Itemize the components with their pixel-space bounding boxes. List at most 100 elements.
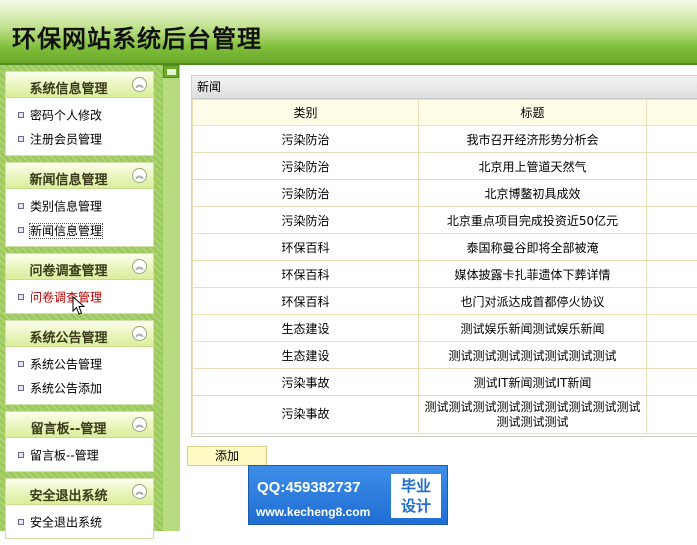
- menu-group-title: 留言板--管理: [6, 418, 131, 437]
- mouse-pointer-icon: [72, 296, 86, 316]
- news-table: 类别 标题 污染防治我市召开经济形势分析会 污染防治北京用上管道天然气 污染防治…: [192, 99, 697, 434]
- collapse-up-icon[interactable]: ︽: [132, 326, 147, 341]
- sidebar: 系统信息管理 ︽ 密码个人修改 注册会员管理 新闻信息管理 ︽ 类别信息管理 新…: [5, 71, 154, 545]
- sidebar-item-password[interactable]: 密码个人修改: [6, 103, 153, 127]
- table-row: 生态建设测试娱乐新闻测试娱乐新闻: [193, 315, 697, 342]
- frame-divider[interactable]: [162, 65, 180, 531]
- menu-group-system-info: 系统信息管理 ︽ 密码个人修改 注册会员管理: [5, 71, 154, 156]
- menu-group-guestbook: 留言板--管理 ︽ 留言板--管理: [5, 411, 154, 472]
- collapse-up-icon[interactable]: ︽: [132, 484, 147, 499]
- menu-group-title: 系统公告管理: [6, 327, 131, 346]
- cell-extra: [647, 288, 697, 315]
- table-row: 污染事故测试IT新闻测试IT新闻: [193, 369, 697, 396]
- menu-group-title: 系统信息管理: [6, 78, 131, 97]
- sidebar-item-survey[interactable]: 问卷调查管理: [6, 285, 153, 309]
- cell-title[interactable]: 测试娱乐新闻测试娱乐新闻: [419, 315, 647, 342]
- column-header-extra: [647, 100, 697, 126]
- menu-group-survey: 问卷调查管理 ︽ 问卷调查管理: [5, 253, 154, 314]
- menu-group-header[interactable]: 安全退出系统 ︽: [6, 479, 153, 505]
- sidebar-item-guestbook[interactable]: 留言板--管理: [6, 443, 153, 467]
- sidebar-item-logout[interactable]: 安全退出系统: [6, 510, 153, 534]
- cell-extra: [647, 315, 697, 342]
- bullet-icon: [18, 452, 24, 458]
- cell-category: 生态建设: [193, 315, 419, 342]
- cell-extra: [647, 153, 697, 180]
- sidebar-item-notice-add[interactable]: 系统公告添加: [6, 376, 153, 400]
- column-header-title: 标题: [419, 100, 647, 126]
- menu-group-notices: 系统公告管理 ︽ 系统公告管理 系统公告添加: [5, 320, 154, 405]
- cell-extra: [647, 342, 697, 369]
- sidebar-item-members[interactable]: 注册会员管理: [6, 127, 153, 151]
- table-row: 污染事故测试测试测试测试测试测试测试测试测试测试测试测试: [193, 396, 697, 434]
- sidebar-item-label: 系统公告添加: [30, 382, 102, 396]
- bullet-icon: [18, 361, 24, 367]
- table-row: 环保百科媒体披露卡扎菲遗体下葬详情: [193, 261, 697, 288]
- cell-extra: [647, 261, 697, 288]
- cell-title[interactable]: 北京博鳌初具成效: [419, 180, 647, 207]
- cell-title[interactable]: 测试IT新闻测试IT新闻: [419, 369, 647, 396]
- cell-title[interactable]: 测试测试测试测试测试测试测试: [419, 342, 647, 369]
- sidebar-item-notice-manage[interactable]: 系统公告管理: [6, 352, 153, 376]
- menu-group-logout: 安全退出系统 ︽ 安全退出系统: [5, 478, 154, 539]
- bullet-icon: [18, 519, 24, 525]
- cell-category: 污染事故: [193, 369, 419, 396]
- cell-title[interactable]: 我市召开经济形势分析会: [419, 126, 647, 153]
- cell-title[interactable]: 北京重点项目完成投资近50亿元: [419, 207, 647, 234]
- cell-extra: [647, 126, 697, 153]
- cell-title[interactable]: 北京用上管道天然气: [419, 153, 647, 180]
- sidebar-item-label: 类别信息管理: [30, 200, 102, 214]
- menu-group-header[interactable]: 系统信息管理 ︽: [6, 72, 153, 98]
- cell-extra: [647, 180, 697, 207]
- cell-category: 环保百科: [193, 261, 419, 288]
- watermark-qq: QQ:459382737: [257, 479, 360, 496]
- sidebar-item-label: 安全退出系统: [30, 516, 102, 530]
- collapse-up-icon[interactable]: ︽: [132, 77, 147, 92]
- sidebar-item-news[interactable]: 新闻信息管理: [6, 218, 153, 242]
- bullet-icon: [18, 203, 24, 209]
- sidebar-item-label: 问卷调查管理: [30, 291, 102, 305]
- menu-group-header[interactable]: 留言板--管理 ︽: [6, 412, 153, 438]
- table-row: 污染防治北京重点项目完成投资近50亿元: [193, 207, 697, 234]
- cell-category: 污染防治: [193, 180, 419, 207]
- header-banner: 环保网站系统后台管理: [0, 0, 697, 65]
- sidebar-item-label: 留言板--管理: [30, 449, 99, 463]
- watermark-badge-line1: 毕业: [391, 476, 441, 496]
- cell-category: 污染防治: [193, 126, 419, 153]
- cell-category: 环保百科: [193, 234, 419, 261]
- sidebar-item-label: 新闻信息管理: [30, 224, 102, 238]
- sidebar-item-label: 系统公告管理: [30, 358, 102, 372]
- menu-group-header[interactable]: 新闻信息管理 ︽: [6, 163, 153, 189]
- table-row: 污染防治北京用上管道天然气: [193, 153, 697, 180]
- sidebar-item-categories[interactable]: 类别信息管理: [6, 194, 153, 218]
- sidebar-item-label: 注册会员管理: [30, 133, 102, 147]
- bullet-icon: [18, 385, 24, 391]
- cell-title[interactable]: 也门对派达成首都停火协议: [419, 288, 647, 315]
- frame-toggle-icon[interactable]: [163, 65, 179, 78]
- cell-extra: [647, 369, 697, 396]
- add-button[interactable]: 添加: [187, 446, 267, 466]
- cell-extra: [647, 234, 697, 261]
- collapse-up-icon[interactable]: ︽: [132, 259, 147, 274]
- cell-title[interactable]: 测试测试测试测试测试测试测试测试测试测试测试测试: [419, 396, 647, 434]
- collapse-up-icon[interactable]: ︽: [132, 417, 147, 432]
- menu-group-header[interactable]: 问卷调查管理 ︽: [6, 254, 153, 280]
- menu-group-news: 新闻信息管理 ︽ 类别信息管理 新闻信息管理: [5, 162, 154, 247]
- cell-category: 环保百科: [193, 288, 419, 315]
- panel-title: 新闻: [192, 76, 697, 99]
- cell-extra: [647, 207, 697, 234]
- menu-group-title: 新闻信息管理: [6, 169, 131, 188]
- bullet-icon: [18, 112, 24, 118]
- sidebar-item-label: 密码个人修改: [30, 109, 102, 123]
- menu-group-title: 安全退出系统: [6, 485, 131, 504]
- table-row: 环保百科也门对派达成首都停火协议: [193, 288, 697, 315]
- menu-group-header[interactable]: 系统公告管理 ︽: [6, 321, 153, 347]
- bullet-icon: [18, 294, 24, 300]
- cell-category: 生态建设: [193, 342, 419, 369]
- table-row: 环保百科泰国称曼谷即将全部被淹: [193, 234, 697, 261]
- cell-title[interactable]: 泰国称曼谷即将全部被淹: [419, 234, 647, 261]
- news-panel: 新闻 类别 标题 污染防治我市召开经济形势分析会 污染防治北京用上管道天然气 污…: [191, 75, 697, 437]
- cell-title[interactable]: 媒体披露卡扎菲遗体下葬详情: [419, 261, 647, 288]
- bullet-icon: [18, 227, 24, 233]
- collapse-up-icon[interactable]: ︽: [132, 168, 147, 183]
- watermark-banner: QQ:459382737 www.kecheng8.com 毕业 设计: [248, 465, 448, 525]
